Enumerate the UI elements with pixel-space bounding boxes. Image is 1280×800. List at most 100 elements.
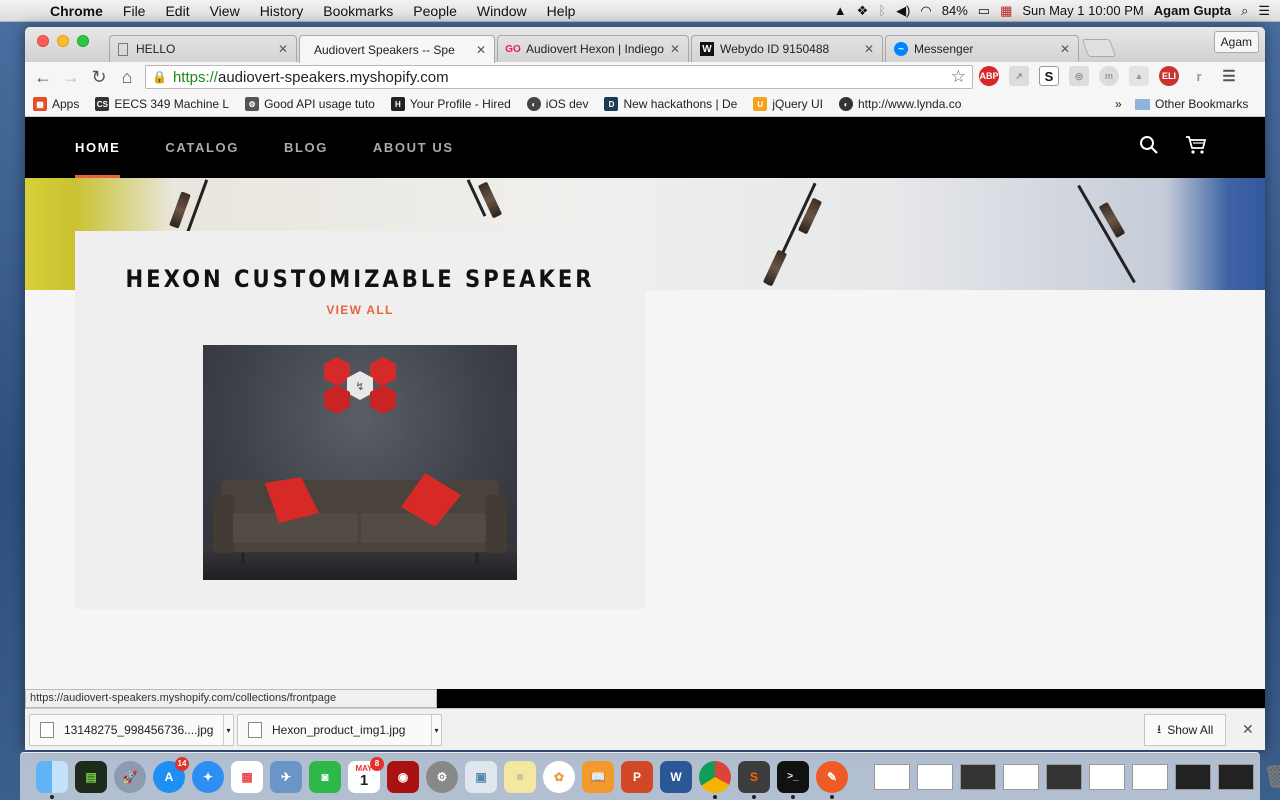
close-tab-icon[interactable]: ✕ — [1060, 42, 1070, 56]
minimize-window-button[interactable] — [57, 35, 69, 47]
forward-icon[interactable]: → — [57, 67, 85, 88]
tab-messenger[interactable]: ~ Messenger ✕ — [885, 35, 1079, 62]
app-store-icon[interactable]: A 14 — [153, 756, 189, 793]
notification-center-icon[interactable]: ☰ — [1258, 3, 1270, 19]
close-window-button[interactable] — [37, 35, 49, 47]
minimized-window-thumbnail[interactable] — [1003, 763, 1039, 790]
address-bar[interactable]: 🔒 https:// audiovert-speakers.myshopify.… — [145, 65, 973, 89]
dropbox-icon[interactable]: ❖ — [857, 3, 869, 19]
terminal-icon[interactable]: >_ — [777, 760, 809, 799]
menu-edit[interactable]: Edit — [155, 3, 199, 19]
collection-title[interactable]: HEXON CUSTOMIZABLE SPEAKER — [109, 265, 611, 293]
minimized-window-thumbnail[interactable] — [1046, 763, 1082, 790]
bookmark-hired[interactable]: H Your Profile - Hired — [383, 97, 519, 111]
camera-icon[interactable]: ◎ — [1069, 66, 1089, 86]
chevron-down-icon[interactable]: ▾ — [431, 715, 441, 745]
battery-icon[interactable]: ▭ — [978, 3, 990, 19]
download-item-1[interactable]: 13148275_998456736....jpg ▾ — [29, 714, 234, 746]
bookmark-lynda[interactable]: ◐ http://www.lynda.co — [831, 97, 969, 111]
minimized-window-thumbnail[interactable] — [960, 763, 996, 790]
postman-icon[interactable]: ✎ — [816, 760, 848, 799]
close-tab-icon[interactable]: ✕ — [476, 43, 486, 57]
view-all-link[interactable]: VIEW ALL — [75, 303, 645, 317]
nav-about-us[interactable]: ABOUT US — [373, 117, 454, 178]
nav-blog[interactable]: BLOG — [284, 117, 328, 178]
new-tab-button[interactable] — [1081, 39, 1117, 57]
minimized-window-thumbnail[interactable] — [917, 763, 953, 790]
other-bookmarks-folder[interactable]: Other Bookmarks — [1135, 92, 1248, 116]
tab-audiovert-speakers[interactable]: Audiovert Speakers -- Spe ✕ — [299, 35, 495, 63]
bluetooth-icon[interactable]: ᛒ — [878, 3, 886, 18]
menu-people[interactable]: People — [403, 3, 467, 19]
activity-monitor-icon[interactable]: ▤ — [75, 760, 107, 793]
bookmark-star-icon[interactable]: ☆ — [951, 67, 966, 87]
preview-app-icon[interactable]: ▣ — [465, 760, 497, 793]
skype-s-icon[interactable]: S — [1039, 66, 1059, 86]
bookmark-apps[interactable]: ▦ Apps — [25, 97, 87, 111]
wifi-icon[interactable]: ◠ — [920, 3, 931, 19]
spotlight-icon[interactable]: ⌕ — [1241, 3, 1248, 19]
momentum-icon[interactable]: ELI — [1159, 66, 1179, 86]
apps-grid-icon[interactable]: ▦ — [231, 760, 263, 793]
menu-app-name[interactable]: Chrome — [40, 3, 113, 19]
user-name[interactable]: Agam Gupta — [1154, 3, 1231, 18]
tab-webydo[interactable]: W Webydo ID 9150488 ✕ — [691, 35, 883, 62]
word-icon[interactable]: W — [660, 760, 692, 793]
menu-view[interactable]: View — [200, 3, 250, 19]
bookmark-ios-dev[interactable]: ◐ iOS dev — [519, 97, 597, 111]
bookmark-good-api[interactable]: ⚙ Good API usage tuto — [237, 97, 383, 111]
ibooks-icon[interactable]: 📖 — [582, 760, 614, 793]
nav-home[interactable]: HOME — [75, 117, 121, 178]
show-all-downloads-button[interactable]: ⭳ Show All — [1144, 714, 1227, 746]
powerpoint-icon[interactable]: P — [621, 760, 653, 793]
close-tab-icon[interactable]: ✕ — [278, 42, 288, 56]
close-tab-icon[interactable]: ✕ — [864, 42, 874, 56]
bookmark-hackathons[interactable]: D New hackathons | De — [596, 97, 745, 111]
drive-icon[interactable]: ▲ — [834, 3, 847, 18]
tab-hello[interactable]: HELLO ✕ — [109, 35, 297, 62]
menu-file[interactable]: File — [113, 3, 156, 19]
readability-icon[interactable]: r — [1189, 66, 1209, 86]
photos-icon[interactable]: ✿ — [543, 760, 575, 793]
volume-icon[interactable]: ◀) — [896, 3, 910, 19]
drive-ext-icon[interactable]: ▲ — [1129, 66, 1149, 86]
minimized-window-thumbnail[interactable] — [1175, 763, 1211, 790]
stickies-icon[interactable]: ≡ — [504, 760, 536, 793]
chrome-menu-icon[interactable]: ☰ — [1219, 66, 1239, 86]
product-image[interactable]: ↯ — [203, 345, 517, 580]
pushbullet-icon[interactable]: ↗ — [1009, 66, 1029, 86]
minimized-window-thumbnail[interactable] — [1132, 763, 1168, 790]
featured-collection-card[interactable]: HEXON CUSTOMIZABLE SPEAKER VIEW ALL ↯ — [75, 231, 645, 609]
safari-icon[interactable]: ✦ — [192, 760, 224, 793]
reload-icon[interactable]: ↻ — [85, 67, 113, 88]
adblock-plus-icon[interactable]: ABP — [979, 66, 999, 86]
chevron-down-icon[interactable]: ▾ — [223, 715, 233, 745]
minimized-window-thumbnail[interactable] — [1218, 763, 1254, 790]
finder-icon[interactable] — [36, 760, 68, 799]
mention-icon[interactable]: m — [1099, 66, 1119, 86]
system-preferences-icon[interactable]: ⚙ — [426, 760, 458, 793]
menu-history[interactable]: History — [250, 3, 314, 19]
menu-bookmarks[interactable]: Bookmarks — [313, 3, 403, 19]
calendar-icon[interactable]: MAY 1 8 — [348, 756, 384, 793]
flag-icon[interactable]: ▦ — [1000, 3, 1012, 19]
bookmarks-overflow-button[interactable]: » — [1115, 97, 1122, 111]
nav-catalog[interactable]: CATALOG — [165, 117, 239, 178]
launchpad-icon[interactable]: 🚀 — [114, 760, 146, 793]
close-icon[interactable]: ✕ — [1242, 721, 1254, 738]
home-icon[interactable]: ⌂ — [113, 67, 141, 88]
search-icon[interactable] — [1139, 135, 1159, 158]
preview-icon[interactable]: ✈ — [270, 760, 302, 793]
chrome-icon[interactable] — [699, 760, 731, 799]
photo-booth-icon[interactable]: ◉ — [387, 760, 419, 793]
tab-indiegogo[interactable]: GO Audiovert Hexon | Indiegog ✕ — [497, 35, 689, 62]
menu-window[interactable]: Window — [467, 3, 537, 19]
minimized-window-thumbnail[interactable] — [1089, 763, 1125, 790]
cart-icon[interactable] — [1185, 135, 1207, 158]
sublime-text-icon[interactable]: S — [738, 760, 770, 799]
back-icon[interactable]: ← — [29, 67, 57, 88]
zoom-window-button[interactable] — [77, 35, 89, 47]
trash-icon[interactable]: 🗑 — [1261, 761, 1280, 793]
menu-help[interactable]: Help — [537, 3, 586, 19]
close-tab-icon[interactable]: ✕ — [670, 42, 680, 56]
